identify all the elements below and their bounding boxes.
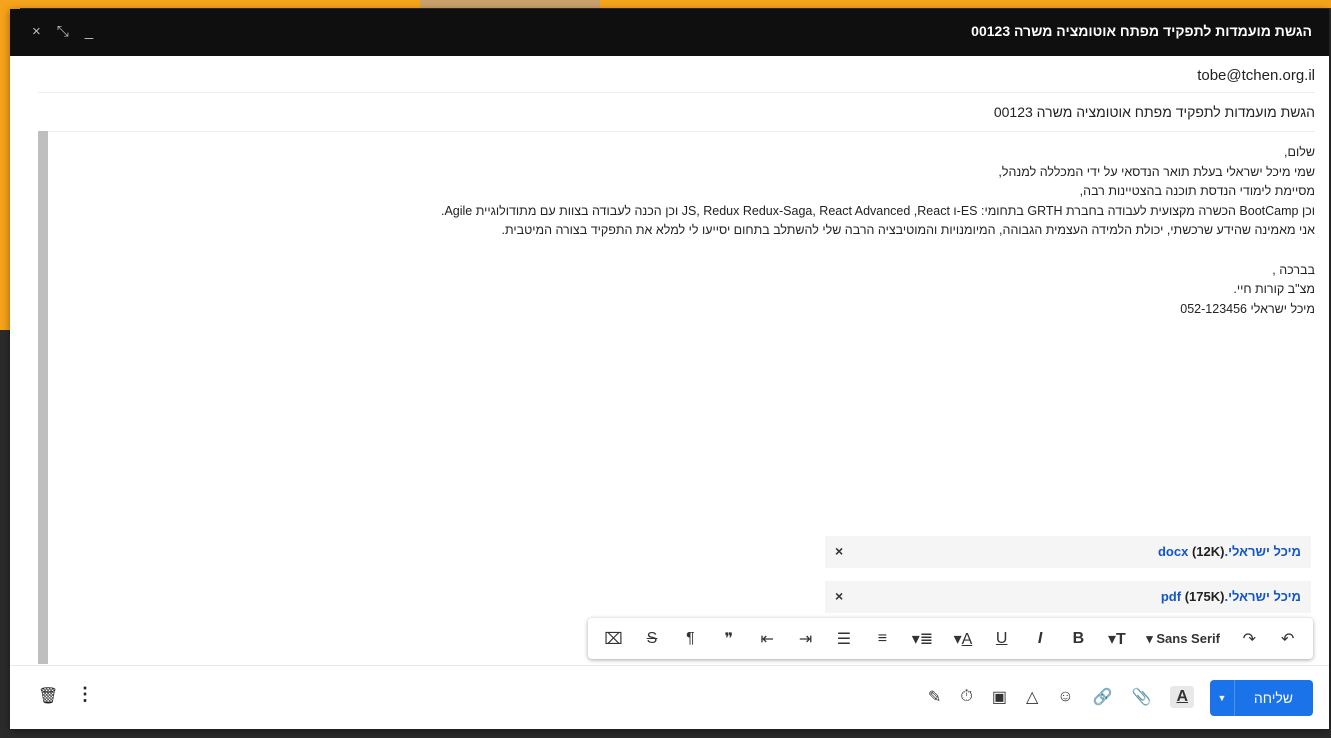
body-blank-line <box>60 241 1315 261</box>
remove-attachment-icon[interactable]: × <box>835 588 843 604</box>
italic-icon[interactable]: I <box>1031 630 1049 648</box>
body-line: מיכל ישראלי 052-123456 <box>1180 301 1315 316</box>
compose-window: × ⤡ _ הגשת מועמדות לתפקיד מפתח אוטומציה … <box>10 9 1329 729</box>
strikethrough-icon[interactable]: S <box>643 630 661 648</box>
body-line: שמי מיכל ישראלי בעלת תואר הנדסאי על ידי … <box>998 164 1315 179</box>
confidential-mode-icon[interactable]: ⏱ <box>960 688 972 706</box>
body-line: בברכה , <box>1272 262 1315 277</box>
compose-tools: A 📎 🔗 ☺ △ ▣ ⏱ ✎ <box>928 686 1194 708</box>
recipients-field[interactable]: tobe@tchen.org.il <box>38 56 1315 93</box>
remove-attachment-icon[interactable]: × <box>835 543 843 559</box>
quote-icon[interactable]: ❞ <box>720 629 738 649</box>
text-color-icon[interactable]: ▾A <box>954 629 973 649</box>
attach-file-icon[interactable]: 📎 <box>1132 687 1152 707</box>
undo-icon[interactable]: ↶ <box>1279 629 1297 649</box>
indent-less-icon[interactable]: ⇤ <box>758 629 776 649</box>
background-faded-area <box>420 0 600 8</box>
discard-draft-icon[interactable]: 🗑 <box>38 686 58 706</box>
send-label: שליחה <box>1253 690 1293 706</box>
formatting-options-icon[interactable]: A <box>1170 686 1194 708</box>
clear-formatting-icon[interactable]: ⌧ <box>604 629 622 649</box>
font-size-icon[interactable]: ▾T <box>1108 629 1126 649</box>
attachment-size: (12K) <box>1191 544 1225 559</box>
formatting-toolbar: ⌧ S ¶ ❞ ⇤ ⇥ ☰ ≡ ▾≣ ▾A U I B ▾T ▾ Sans Se… <box>588 618 1313 659</box>
message-body[interactable]: שלום, שמי מיכל ישראלי בעלת תואר הנדסאי ע… <box>60 143 1315 319</box>
attachment-chip[interactable]: מיכל ישראלי.pdf (175K) × <box>825 581 1311 613</box>
indent-more-icon[interactable]: ⇥ <box>797 629 815 649</box>
send-button[interactable]: ▼ שליחה <box>1210 680 1313 716</box>
body-line: מצ"ב קורות חיי. <box>1233 282 1315 297</box>
window-controls: × ⤡ _ <box>32 23 93 40</box>
drive-icon[interactable]: △ <box>1026 687 1038 707</box>
attachment-chip[interactable]: מיכל ישראלי.docx (12K) × <box>825 536 1311 568</box>
compose-title: הגשת מועמדות לתפקיד מפתח אוטומציה משרה 0… <box>971 23 1312 39</box>
insert-link-icon[interactable]: 🔗 <box>1093 687 1113 707</box>
more-options-icon[interactable]: ⋮ <box>76 684 94 705</box>
background-frame-top <box>0 0 1331 8</box>
compose-titlebar[interactable]: × ⤡ _ הגשת מועמדות לתפקיד מפתח אוטומציה … <box>10 9 1329 56</box>
signature-icon[interactable]: ✎ <box>928 687 941 707</box>
attachment-name[interactable]: מיכל ישראלי.pdf (175K) <box>1161 589 1301 604</box>
attachment-filename[interactable]: מיכל ישראלי.pdf <box>1161 589 1301 604</box>
subject-field[interactable]: הגשת מועמדות לתפקיד מפתח אוטומציה משרה 0… <box>38 93 1315 132</box>
body-line: שלום, <box>1284 145 1315 159</box>
fullscreen-icon[interactable]: ⤡ <box>57 23 69 40</box>
numbered-list-icon[interactable]: ≡ <box>873 630 891 648</box>
rtl-paragraph-icon[interactable]: ¶ <box>681 630 699 648</box>
editor-left-rule <box>38 131 48 664</box>
attachment-size: (175K) <box>1184 589 1225 604</box>
close-icon[interactable]: × <box>32 23 41 40</box>
recipient-address[interactable]: tobe@tchen.org.il <box>1197 67 1315 84</box>
font-family-select[interactable]: ▾ Sans Serif <box>1146 631 1220 647</box>
minimize-icon[interactable]: _ <box>85 23 93 40</box>
body-line: מסיימת לימודי הנדסת תוכנה בהצטיינות רבה, <box>1079 184 1315 199</box>
underline-icon[interactable]: U <box>993 630 1011 648</box>
bold-icon[interactable]: B <box>1069 630 1087 648</box>
attachment-filename[interactable]: מיכל ישראלי.docx <box>1158 544 1301 559</box>
font-family-label: Sans Serif <box>1156 630 1220 646</box>
attachment-name[interactable]: מיכל ישראלי.docx (12K) <box>1158 544 1301 559</box>
insert-photo-icon[interactable]: ▣ <box>992 687 1007 707</box>
compose-bottom-bar: ▼ שליחה A 📎 🔗 ☺ △ ▣ ⏱ ✎ ⋮ 🗑 <box>10 665 1329 730</box>
subject-text[interactable]: הגשת מועמדות לתפקיד מפתח אוטומציה משרה 0… <box>994 104 1315 120</box>
body-line: אני מאמינה שהידע שרכשתי, יכולת הלמידה הע… <box>501 223 1315 238</box>
body-line: וכן BootCamp הכשרה מקצועית לעבודה בחברת … <box>440 203 1315 218</box>
emoji-icon[interactable]: ☺ <box>1057 688 1073 706</box>
redo-icon[interactable]: ↷ <box>1240 629 1258 649</box>
bulleted-list-icon[interactable]: ☰ <box>835 629 853 649</box>
send-options-chevron-icon[interactable]: ▼ <box>1210 680 1235 716</box>
align-icon[interactable]: ▾≣ <box>912 629 933 649</box>
